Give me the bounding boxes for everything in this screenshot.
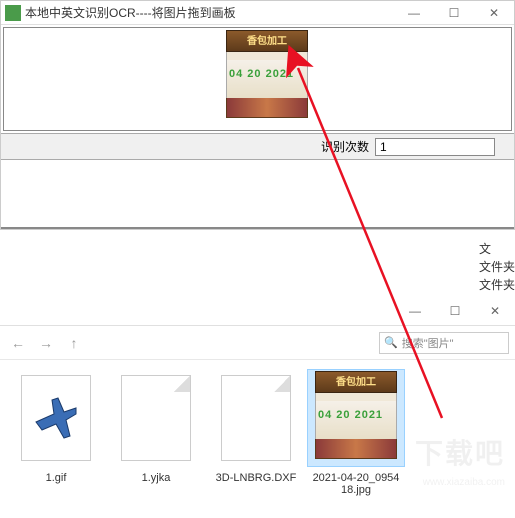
thumb-artwork [315, 439, 397, 459]
explorer-search-input[interactable]: 🔍 搜索"图片" [379, 332, 509, 354]
thumb-date-text: 04 20 2021 [318, 409, 383, 421]
side-label-3: 文件夹 [479, 276, 515, 294]
thumb-body: 04 20 2021 [226, 60, 308, 98]
search-icon: 🔍 [384, 336, 398, 349]
thumb-menu-bar [315, 393, 397, 401]
file-item-jpg[interactable]: 香包加工 04 20 2021 2021-04-20_095418.jpg [306, 370, 406, 496]
explorer-window-controls: — ☐ ✕ [395, 299, 515, 323]
minimize-button[interactable]: — [394, 1, 434, 25]
thumb-artwork [226, 98, 308, 118]
explorer-titlebar: — ☐ ✕ [0, 296, 515, 326]
nav-up-button[interactable]: ↑ [62, 331, 86, 355]
blank-file-icon [121, 375, 191, 461]
window-controls: — ☐ ✕ [394, 1, 514, 25]
explorer-close-button[interactable]: ✕ [475, 299, 515, 323]
watermark-text: 下载吧 [415, 432, 505, 472]
file-name: 2021-04-20_095418.jpg [306, 472, 406, 496]
gif-thumbnail [21, 375, 91, 461]
file-name: 1.gif [6, 472, 106, 484]
thumb-header-text: 香包加工 [226, 30, 308, 52]
watermark-url: www.xiazaiba.com [423, 477, 505, 488]
explorer-minimize-button[interactable]: — [395, 299, 435, 323]
file-item-gif[interactable]: 1.gif [6, 370, 106, 496]
app-icon [5, 5, 21, 21]
file-item-yjka[interactable]: 1.yjka [106, 370, 206, 496]
ocr-titlebar: 本地中英文识别OCR----将图片拖到画板 — ☐ ✕ [1, 1, 514, 25]
thumb-body: 04 20 2021 [315, 401, 397, 439]
file-name: 3D-LNBRG.DXF [206, 472, 306, 484]
explorer-maximize-button[interactable]: ☐ [435, 299, 475, 323]
side-label-2: 文件夹 [479, 258, 515, 276]
side-folder-labels: 文 文件夹 文件夹 [479, 240, 515, 294]
thumb-menu-bar [226, 52, 308, 60]
search-placeholder: 搜索"图片" [402, 335, 454, 351]
dropped-image-thumbnail: 香包加工 04 20 2021 [226, 30, 308, 118]
side-label-1: 文 [479, 240, 515, 258]
nav-forward-button[interactable]: → [34, 331, 58, 355]
thumb-header-text: 香包加工 [315, 371, 397, 393]
file-name: 1.yjka [106, 472, 206, 484]
counter-label: 识别次数 [321, 138, 369, 155]
ocr-window-title: 本地中英文识别OCR----将图片拖到画板 [25, 4, 394, 21]
explorer-toolbar: ← → ↑ 🔍 搜索"图片" [0, 326, 515, 360]
file-item-dxf[interactable]: 3D-LNBRG.DXF [206, 370, 306, 496]
maximize-button[interactable]: ☐ [434, 1, 474, 25]
close-button[interactable]: ✕ [474, 1, 514, 25]
blank-file-icon [221, 375, 291, 461]
nav-back-button[interactable]: ← [6, 331, 30, 355]
ocr-counter-row: 识别次数 [1, 133, 514, 159]
ocr-window: 本地中英文识别OCR----将图片拖到画板 — ☐ ✕ 香包加工 04 20 2… [0, 0, 515, 230]
counter-input[interactable] [375, 138, 495, 156]
selected-file-highlight: 香包加工 04 20 2021 [308, 370, 404, 466]
jpg-thumbnail: 香包加工 04 20 2021 [315, 371, 397, 465]
ocr-output-area[interactable] [1, 159, 514, 229]
airplane-icon [32, 394, 80, 442]
ocr-drop-canvas[interactable]: 香包加工 04 20 2021 [3, 27, 512, 131]
thumb-date-text: 04 20 2021 [229, 68, 294, 80]
